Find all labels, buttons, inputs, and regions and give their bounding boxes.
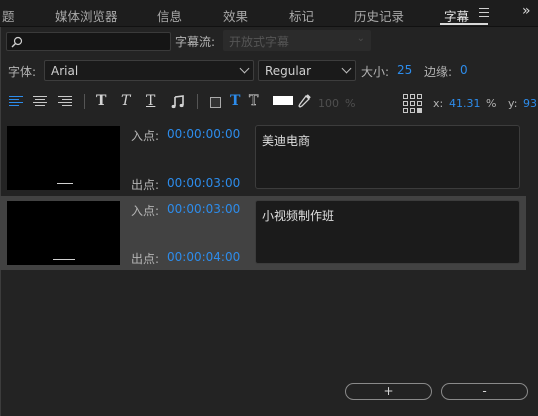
caption-text-field[interactable]: 小视频制作班 [255,200,520,264]
remove-caption-button[interactable]: - [441,383,528,400]
tab-history[interactable]: 历史记录 [354,6,404,25]
out-point-label: 出点: [131,178,160,192]
caption-preview-mark [57,183,73,184]
chevron-down-icon: ⌄ [356,33,365,44]
font-family-value: Arial [51,64,79,78]
chevron-down-icon [341,63,352,74]
text-outline-icon[interactable]: T [249,93,259,110]
in-point-timecode[interactable]: 00:00:00:00 [167,127,240,141]
x-unit: % [486,97,497,110]
tab-titles[interactable]: 题 [2,6,15,25]
bold-icon[interactable]: T [96,93,106,109]
out-point-label: 出点: [131,252,160,266]
caption-row-selected[interactable]: 入点: 00:00:03:00 出点: 00:00:04:00 小视频制作班 [0,196,526,270]
toolbar-divider [84,94,85,109]
music-note-icon[interactable] [171,95,185,109]
search-text-field[interactable] [25,33,165,50]
out-point-timecode[interactable]: 00:00:03:00 [167,176,240,190]
tab-info[interactable]: 信息 [157,6,182,25]
panel-menu-icon[interactable] [479,8,489,17]
in-point-label: 入点: [131,204,160,218]
y-value[interactable]: 93 [523,97,537,110]
caption-thumbnail [7,126,120,190]
font-size-label: 大小: [361,65,390,79]
eyedropper-icon[interactable] [297,94,311,109]
font-label: 字体: [8,65,37,79]
font-family-select[interactable]: Arial [44,60,254,81]
font-size-value[interactable]: 25 [397,63,412,77]
edge-label: 边缘: [424,65,453,79]
out-point-timecode[interactable]: 00:00:04:00 [167,250,240,264]
caption-preview-mark [53,259,75,260]
caption-row[interactable]: 入点: 00:00:00:00 出点: 00:00:03:00 美迪电商 [0,121,526,193]
text-color-icon[interactable]: T [230,93,240,109]
caption-stream-select: 开放式字幕 ⌄ [223,30,371,51]
align-right-icon[interactable] [58,96,72,108]
font-style-value: Regular [265,64,312,78]
fill-color-swatch[interactable] [273,96,293,105]
opacity-unit: % [345,97,356,110]
caption-text-field[interactable]: 美迪电商 [255,125,520,189]
y-label: y: [508,97,518,110]
italic-icon[interactable]: T [121,93,130,109]
tab-media-browser[interactable]: 媒体浏览器 [55,6,118,25]
search-icon [11,36,23,48]
caption-stream-label: 字幕流: [175,35,216,49]
x-label: x: [433,97,444,110]
tab-markers[interactable]: 标记 [289,6,314,25]
background-box-icon[interactable] [210,97,221,108]
align-left-icon[interactable] [9,96,23,108]
caption-thumbnail [7,201,120,265]
panel-tab-bar: 题 媒体浏览器 信息 效果 标记 历史记录 字幕 » [0,0,538,27]
x-value[interactable]: 41.31 [449,97,481,110]
underline-icon[interactable]: T [146,93,155,109]
in-point-timecode[interactable]: 00:00:03:00 [167,202,240,216]
tab-effects[interactable]: 效果 [223,6,248,25]
align-center-icon[interactable] [33,96,47,108]
chevron-down-icon [239,63,250,74]
opacity-value: 100 [318,97,339,110]
add-caption-button[interactable]: + [345,383,432,400]
caption-stream-value: 开放式字幕 [229,35,290,49]
search-input[interactable] [6,32,171,51]
active-tab-indicator [440,23,488,25]
font-style-select[interactable]: Regular [258,60,356,81]
toolbar-divider [197,94,198,109]
edge-value[interactable]: 0 [460,63,468,77]
in-point-label: 入点: [131,129,160,143]
tab-overflow-icon[interactable]: » [522,3,530,19]
position-grid-icon[interactable] [403,94,422,113]
